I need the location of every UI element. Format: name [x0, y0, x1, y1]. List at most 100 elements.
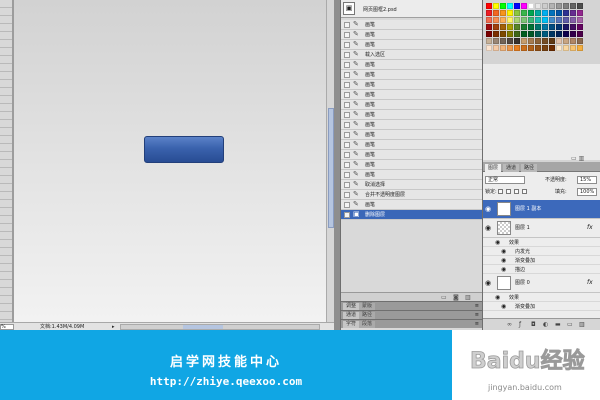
- eye-icon[interactable]: ◉: [501, 248, 506, 256]
- layer-effect-row[interactable]: ◉ 渐变叠加: [483, 302, 600, 311]
- history-item[interactable]: ✎ 画笔: [341, 150, 483, 160]
- layer-name[interactable]: 图层 0: [515, 280, 530, 286]
- color-swatch[interactable]: [542, 31, 548, 37]
- horizontal-scrollbar-thumb[interactable]: [183, 325, 223, 329]
- history-item[interactable]: ✎ 画笔: [341, 40, 483, 50]
- history-source-checkbox[interactable]: [344, 22, 350, 28]
- color-swatch[interactable]: [577, 17, 583, 23]
- history-item[interactable]: ✎ 载入选区: [341, 50, 483, 60]
- color-swatch[interactable]: [500, 31, 506, 37]
- color-swatch[interactable]: [500, 10, 506, 16]
- color-swatch[interactable]: [549, 45, 555, 51]
- color-swatch[interactable]: [500, 24, 506, 30]
- color-swatch[interactable]: [521, 24, 527, 30]
- color-swatch[interactable]: [549, 17, 555, 23]
- color-swatch[interactable]: [542, 17, 548, 23]
- color-swatch[interactable]: [556, 3, 562, 9]
- history-source-checkbox[interactable]: [344, 162, 350, 168]
- color-swatch[interactable]: [486, 45, 492, 51]
- blue-button-graphic[interactable]: [144, 136, 224, 163]
- color-swatch[interactable]: [528, 31, 534, 37]
- color-swatch[interactable]: [549, 31, 555, 37]
- color-swatch[interactable]: [486, 17, 492, 23]
- color-swatch[interactable]: [521, 38, 527, 44]
- layer-name[interactable]: 图层 1 副本: [515, 206, 541, 212]
- color-swatch[interactable]: [570, 45, 576, 51]
- color-swatch[interactable]: [528, 17, 534, 23]
- color-swatch[interactable]: [563, 24, 569, 30]
- color-swatch[interactable]: [577, 38, 583, 44]
- history-item[interactable]: ✎ 画笔: [341, 70, 483, 80]
- lock-transparency-icon[interactable]: [498, 189, 503, 194]
- color-swatch[interactable]: [493, 38, 499, 44]
- color-swatch[interactable]: [514, 24, 520, 30]
- color-swatch[interactable]: [514, 31, 520, 37]
- history-source-checkbox[interactable]: [344, 82, 350, 88]
- color-swatch[interactable]: [500, 45, 506, 51]
- fill-field[interactable]: 100%: [577, 188, 597, 196]
- history-source-checkbox[interactable]: [344, 62, 350, 68]
- color-swatch[interactable]: [542, 45, 548, 51]
- history-item[interactable]: ✎ 合并不透明度图层: [341, 190, 483, 200]
- collapsed-tab[interactable]: 段落: [359, 321, 376, 328]
- color-swatch[interactable]: [500, 17, 506, 23]
- camera-icon[interactable]: ◙: [453, 294, 459, 301]
- history-source-checkbox[interactable]: [344, 92, 350, 98]
- color-swatch[interactable]: [507, 31, 513, 37]
- history-item[interactable]: ✎ 画笔: [341, 200, 483, 210]
- history-source-checkbox[interactable]: [344, 72, 350, 78]
- color-swatch[interactable]: [563, 10, 569, 16]
- tab-layers[interactable]: 图层: [485, 164, 502, 172]
- new-document-icon[interactable]: ▭: [441, 294, 447, 301]
- layer-row[interactable]: ◉ 图层 1 副本: [483, 200, 600, 219]
- history-snapshot-row[interactable]: ▣ 网页图框2.psd: [341, 0, 483, 18]
- color-swatch[interactable]: [500, 3, 506, 9]
- history-item[interactable]: ✎ 画笔: [341, 110, 483, 120]
- color-swatch[interactable]: [535, 38, 541, 44]
- color-swatch[interactable]: [563, 17, 569, 23]
- collapsed-tab[interactable]: 调整: [343, 303, 360, 310]
- collapsed-tab[interactable]: 路径: [359, 312, 376, 319]
- new-swatch-icon[interactable]: ▭: [571, 155, 577, 162]
- history-item[interactable]: ✎ 取消选择: [341, 180, 483, 190]
- history-item[interactable]: ▣ 删除图层: [341, 210, 483, 220]
- adjustment-icon[interactable]: ◐: [543, 321, 548, 328]
- color-swatch[interactable]: [542, 38, 548, 44]
- color-swatch[interactable]: [570, 31, 576, 37]
- history-item[interactable]: ✎ 画笔: [341, 90, 483, 100]
- color-swatch[interactable]: [528, 10, 534, 16]
- new-layer-icon[interactable]: ▭: [567, 321, 573, 328]
- trash-icon[interactable]: ▥: [579, 155, 585, 162]
- panel-menu-icon[interactable]: ≡: [475, 321, 479, 328]
- color-swatch[interactable]: [507, 17, 513, 23]
- history-source-checkbox[interactable]: [344, 212, 350, 218]
- eye-icon[interactable]: ◉: [485, 279, 491, 287]
- history-item[interactable]: ✎ 画笔: [341, 160, 483, 170]
- color-swatch[interactable]: [521, 10, 527, 16]
- lock-position-icon[interactable]: [514, 189, 519, 194]
- color-swatch[interactable]: [577, 24, 583, 30]
- layer-name[interactable]: 图层 1: [515, 225, 530, 231]
- color-swatch[interactable]: [556, 24, 562, 30]
- panel-menu-icon[interactable]: ≡: [475, 312, 479, 319]
- color-swatch[interactable]: [514, 38, 520, 44]
- color-swatch[interactable]: [570, 3, 576, 9]
- color-swatch[interactable]: [577, 10, 583, 16]
- layer-effect-row[interactable]: ◉ 渐变叠加: [483, 256, 600, 265]
- color-swatch[interactable]: [528, 38, 534, 44]
- history-source-checkbox[interactable]: [344, 152, 350, 158]
- color-swatch[interactable]: [507, 38, 513, 44]
- color-swatch[interactable]: [514, 10, 520, 16]
- history-source-checkbox[interactable]: [344, 182, 350, 188]
- layer-row[interactable]: ◉ 图层 1 fx: [483, 219, 600, 238]
- color-swatch[interactable]: [570, 17, 576, 23]
- color-swatch[interactable]: [535, 3, 541, 9]
- color-swatch[interactable]: [507, 24, 513, 30]
- color-swatch[interactable]: [556, 45, 562, 51]
- tab-paths[interactable]: 路径: [521, 164, 538, 172]
- layer-row[interactable]: ◉ 图层 0 fx: [483, 274, 600, 293]
- eye-icon[interactable]: ◉: [485, 224, 491, 232]
- layer-effect-row[interactable]: ◉ 内发光: [483, 247, 600, 256]
- color-swatch[interactable]: [556, 31, 562, 37]
- color-swatch[interactable]: [549, 10, 555, 16]
